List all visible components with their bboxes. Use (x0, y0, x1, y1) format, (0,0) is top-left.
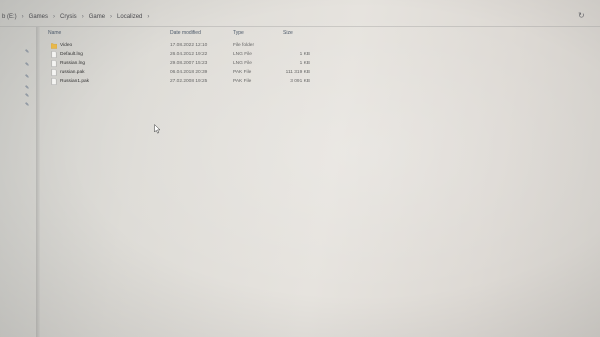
chevron-right-icon[interactable]: › (110, 14, 112, 20)
pin-icon[interactable]: ✎ (25, 49, 29, 55)
breadcrumb-game[interactable]: Game (89, 14, 105, 20)
column-header-name[interactable]: Name (48, 30, 61, 36)
navigation-pane[interactable]: ✎ ✎ ✎ ✎ ✎ ✎ (0, 27, 38, 337)
folder-icon (51, 43, 57, 49)
pin-icon[interactable]: ✎ (25, 74, 29, 80)
file-name: russian.pak (60, 70, 85, 75)
file-date: 17.08.2022 12:10 (170, 43, 208, 48)
column-header-size[interactable]: Size (283, 30, 293, 36)
file-icon (51, 51, 57, 58)
file-row-default-lng[interactable]: Default.lng 26.04.2012 19:22 LNG File 1 … (40, 51, 320, 60)
file-row-video[interactable]: Video 17.08.2022 12:10 File folder (40, 42, 320, 51)
address-bar[interactable]: b (E:) › Games › Crysis › Game › Localiz… (0, 8, 600, 27)
file-icon (51, 69, 57, 76)
file-row-russian1-pak[interactable]: Russian1.pak 27.02.2008 19:25 PAK File 3… (40, 78, 320, 87)
file-size: 1 KB (299, 61, 310, 66)
file-type: LNG File (233, 61, 252, 66)
pin-icon[interactable]: ✎ (25, 102, 29, 108)
file-type: File folder (233, 43, 255, 48)
file-size: 3 091 KB (290, 79, 310, 84)
file-type: LNG File (233, 52, 252, 57)
breadcrumb-crysis[interactable]: Crysis (60, 14, 77, 20)
file-row-russian-pak[interactable]: russian.pak 06.04.2018 20:39 PAK File 11… (40, 69, 320, 78)
column-header-type[interactable]: Type (233, 30, 244, 36)
file-name: Russian1.pak (60, 79, 90, 84)
breadcrumb-games[interactable]: Games (29, 14, 48, 20)
pin-icon[interactable]: ✎ (25, 62, 29, 68)
file-type: PAK File (233, 79, 252, 84)
column-headers: Name Date modified Type Size (0, 30, 600, 40)
refresh-icon[interactable]: ↻ (578, 11, 585, 20)
file-type: PAK File (233, 70, 252, 75)
breadcrumb-drive[interactable]: b (E:) (2, 14, 17, 20)
chevron-right-icon[interactable]: › (147, 14, 149, 20)
column-header-date-modified[interactable]: Date modified (170, 30, 201, 36)
pin-icon[interactable]: ✎ (25, 93, 29, 99)
file-date: 06.04.2018 20:39 (170, 70, 208, 75)
file-name: Video (60, 43, 73, 48)
chevron-right-icon[interactable]: › (22, 14, 24, 20)
file-row-russian-lng[interactable]: Russian.lng 29.08.2007 15:23 LNG File 1 … (40, 60, 320, 69)
file-name: Default.lng (60, 52, 83, 57)
file-date: 29.08.2007 15:23 (170, 61, 208, 66)
breadcrumb[interactable]: b (E:) › Games › Crysis › Game › Localiz… (0, 14, 154, 20)
pin-icon[interactable]: ✎ (25, 85, 29, 91)
file-size: 111 319 KB (285, 70, 310, 75)
chevron-right-icon[interactable]: › (53, 14, 55, 20)
file-name: Russian.lng (60, 61, 86, 66)
file-date: 27.02.2008 19:25 (170, 79, 208, 84)
file-icon (51, 60, 57, 67)
file-size: 1 KB (299, 52, 310, 57)
chevron-right-icon[interactable]: › (82, 14, 84, 20)
file-date: 26.04.2012 19:22 (170, 52, 208, 57)
mouse-cursor-icon (154, 124, 161, 134)
file-icon (51, 78, 57, 85)
breadcrumb-localized[interactable]: Localized (117, 14, 142, 20)
